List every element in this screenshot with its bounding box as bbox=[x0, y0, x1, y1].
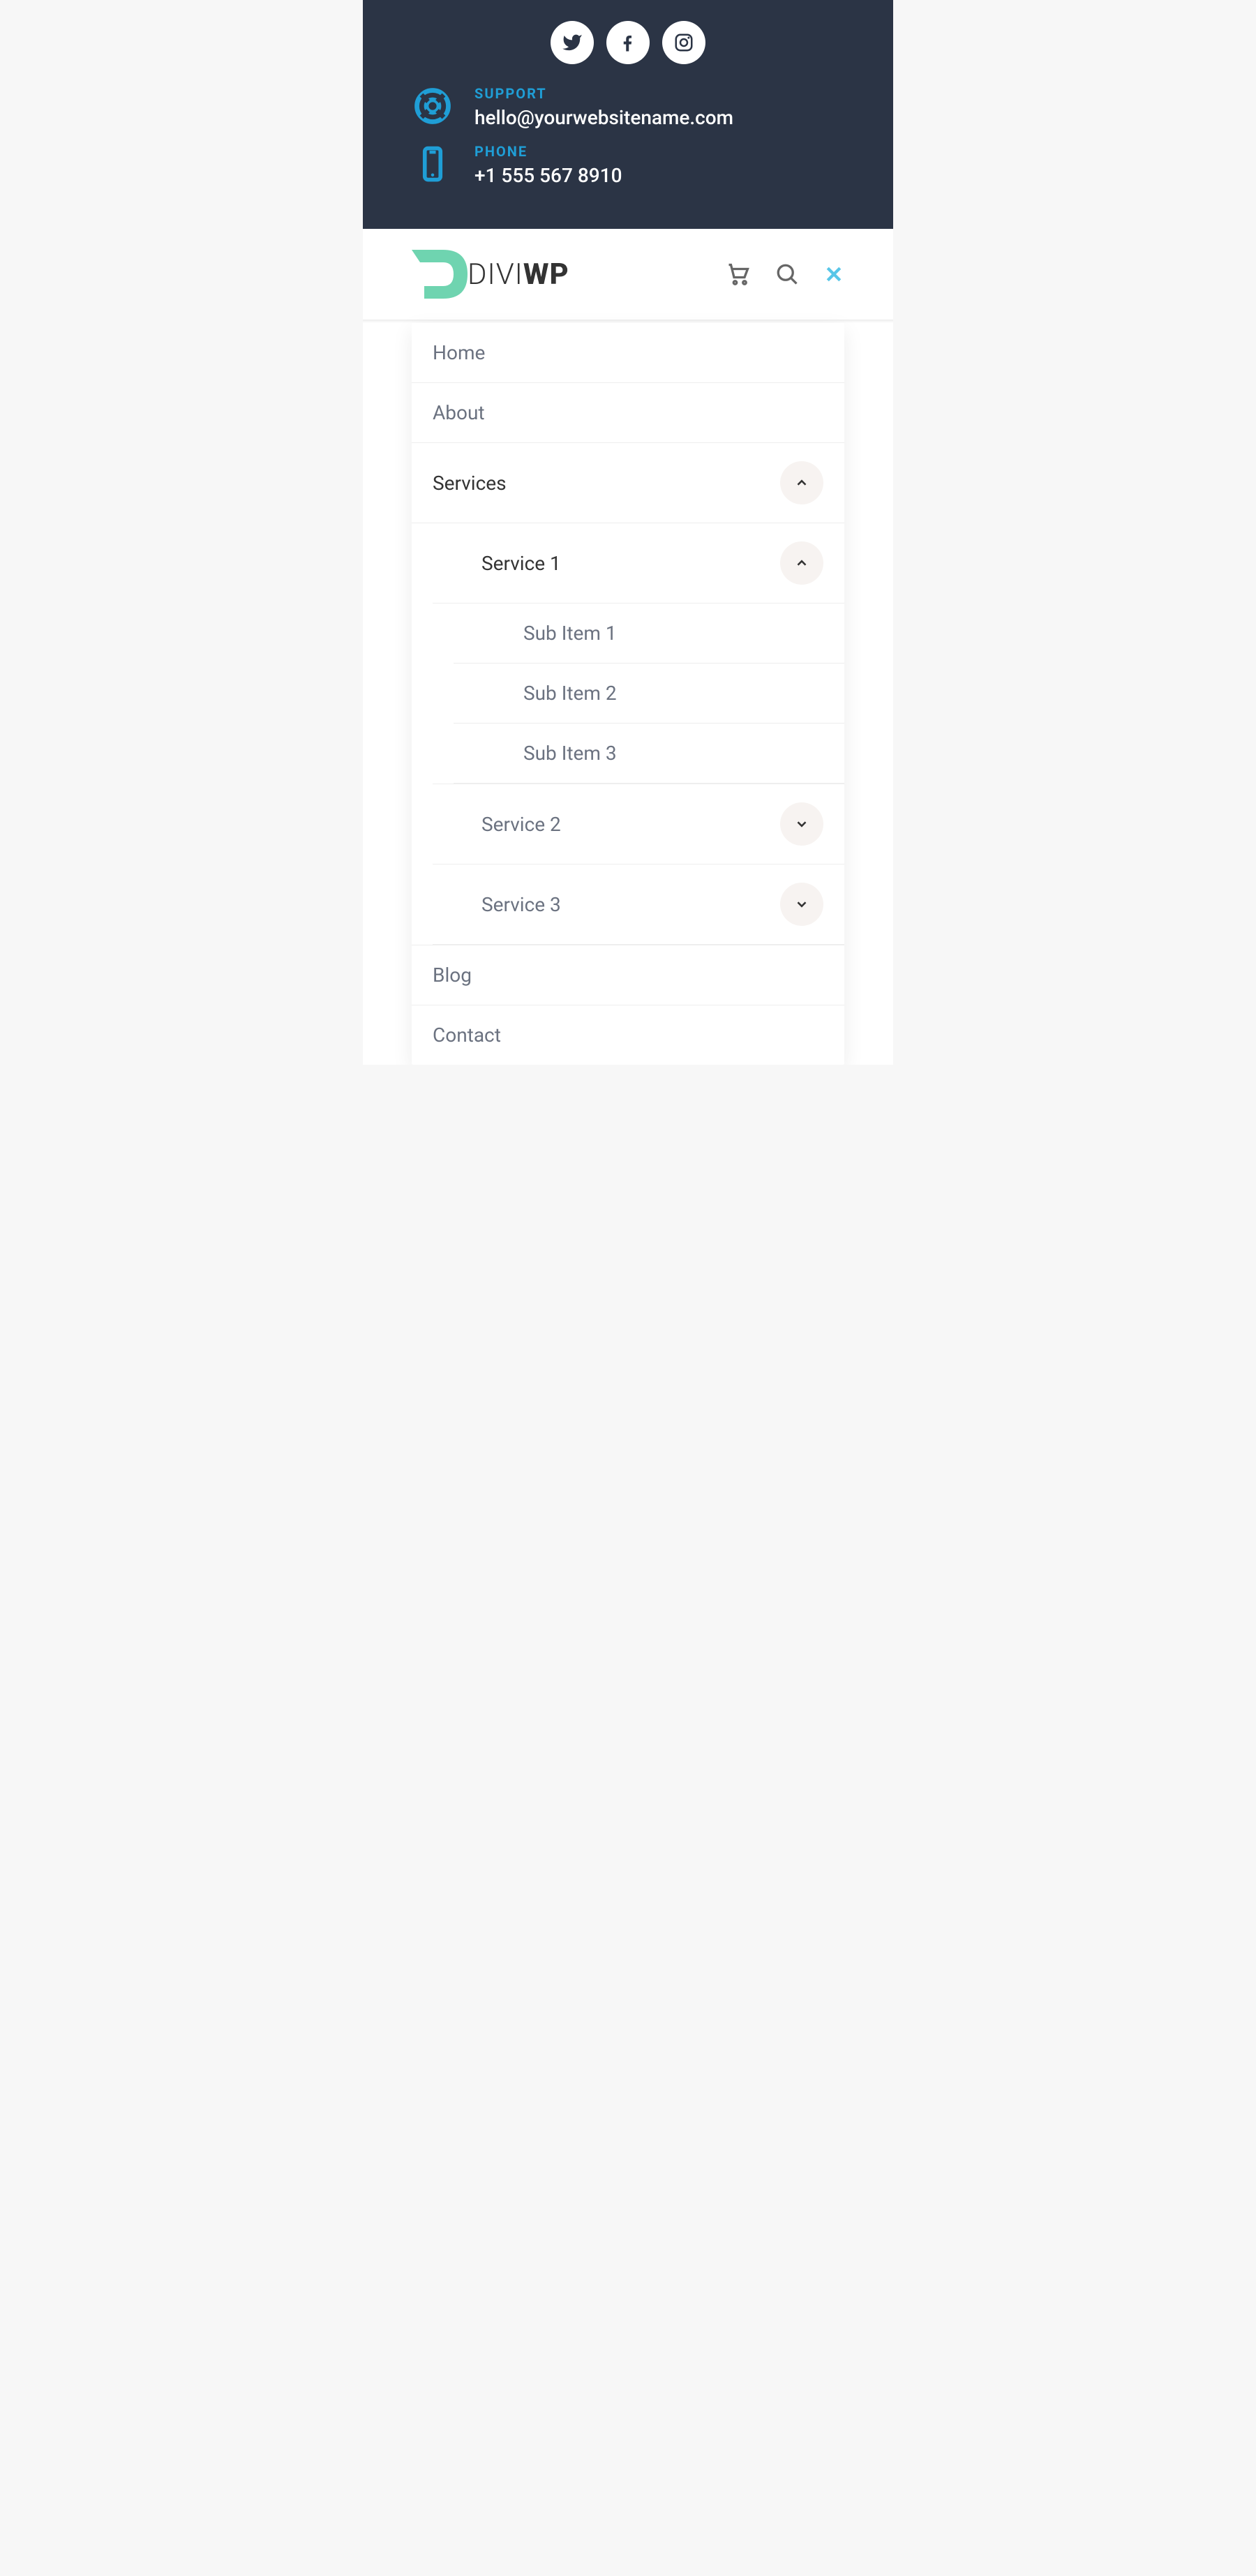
menu-label: Contact bbox=[433, 1024, 501, 1047]
menu-label: Home bbox=[433, 341, 485, 364]
menu-item-home[interactable]: Home bbox=[412, 323, 844, 383]
menu-label: Sub Item 3 bbox=[523, 742, 617, 765]
menu-label: Service 1 bbox=[481, 552, 561, 575]
menu-label: Sub Item 2 bbox=[523, 682, 617, 705]
phone-icon bbox=[412, 143, 454, 185]
menu-label: Service 3 bbox=[481, 893, 561, 916]
phone-number[interactable]: +1 555 567 8910 bbox=[474, 164, 622, 187]
menu-item-blog[interactable]: Blog bbox=[412, 945, 844, 1005]
menu-item-contact[interactable]: Contact bbox=[412, 1005, 844, 1065]
chevron-up-icon[interactable] bbox=[780, 541, 823, 585]
menu-item-service-3[interactable]: Service 3 bbox=[433, 864, 844, 944]
menu-item-sub-3[interactable]: Sub Item 3 bbox=[454, 724, 844, 784]
menu-label: Service 2 bbox=[481, 813, 561, 836]
twitter-icon[interactable] bbox=[551, 21, 594, 64]
chevron-down-icon[interactable] bbox=[780, 802, 823, 846]
menu-item-sub-1[interactable]: Sub Item 1 bbox=[454, 604, 844, 664]
topbar: SUPPORT hello@yourwebsitename.com PHONE … bbox=[363, 0, 893, 229]
menu-label: Sub Item 1 bbox=[523, 622, 617, 645]
menu-item-about[interactable]: About bbox=[412, 383, 844, 443]
menu-item-service-2[interactable]: Service 2 bbox=[433, 784, 844, 864]
search-icon[interactable] bbox=[775, 262, 800, 287]
support-block: SUPPORT hello@yourwebsitename.com bbox=[412, 85, 844, 129]
phone-label: PHONE bbox=[474, 143, 622, 160]
menu-item-services[interactable]: Services bbox=[412, 443, 844, 523]
social-links bbox=[412, 21, 844, 64]
menu-label: Services bbox=[433, 472, 507, 495]
support-label: SUPPORT bbox=[474, 85, 733, 102]
cart-icon[interactable] bbox=[726, 262, 751, 287]
menu-item-service-1[interactable]: Service 1 bbox=[433, 523, 844, 604]
phone-block: PHONE +1 555 567 8910 bbox=[412, 143, 844, 187]
logo-mark-icon bbox=[412, 250, 468, 299]
close-menu-icon[interactable] bbox=[823, 264, 844, 285]
header-icons bbox=[726, 262, 844, 287]
chevron-down-icon[interactable] bbox=[780, 883, 823, 926]
lifebuoy-icon bbox=[412, 85, 454, 127]
instagram-icon[interactable] bbox=[662, 21, 705, 64]
chevron-up-icon[interactable] bbox=[780, 461, 823, 504]
menu-label: About bbox=[433, 401, 485, 424]
mobile-menu: Home About Services Service 1 Sub Item 1 bbox=[412, 323, 844, 1065]
menu-label: Blog bbox=[433, 964, 472, 987]
support-email[interactable]: hello@yourwebsitename.com bbox=[474, 106, 733, 129]
header: DIVIWP bbox=[363, 229, 893, 320]
logo-text: DIVIWP bbox=[468, 257, 569, 292]
logo[interactable]: DIVIWP bbox=[412, 250, 569, 299]
menu-item-sub-2[interactable]: Sub Item 2 bbox=[454, 664, 844, 724]
facebook-icon[interactable] bbox=[606, 21, 650, 64]
